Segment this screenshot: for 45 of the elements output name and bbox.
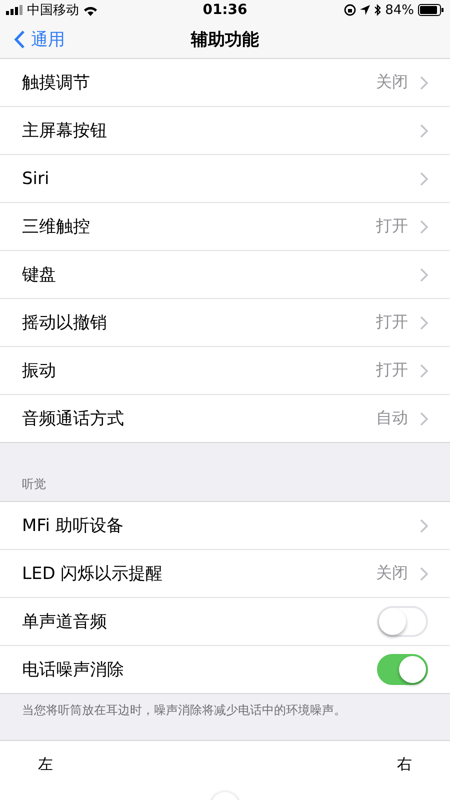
signal-icon xyxy=(6,5,23,16)
row-value: 关闭 xyxy=(376,72,408,94)
carrier-name: 中国移动 xyxy=(27,2,79,20)
bluetooth-icon xyxy=(374,4,382,16)
chevron-icon xyxy=(420,172,428,186)
row-value: 打开 xyxy=(376,312,408,334)
rotation-lock-icon xyxy=(344,4,356,16)
battery-percent: 84% xyxy=(385,2,414,18)
chevron-icon xyxy=(420,268,428,282)
chevron-icon xyxy=(420,364,428,378)
row-value: 关闭 xyxy=(376,563,408,584)
page-title: 辅助功能 xyxy=(191,28,259,51)
chevron-icon xyxy=(420,566,428,581)
chevron-icon xyxy=(420,124,428,138)
right-label: 右 xyxy=(397,755,412,774)
back-chevron-icon xyxy=(14,30,25,49)
row-label: MFi 助听设备 xyxy=(22,515,124,538)
row-value: 自动 xyxy=(376,408,408,430)
chevron-icon xyxy=(420,316,428,330)
row-label: 振动 xyxy=(22,360,57,382)
back-button[interactable]: 通用 xyxy=(0,28,65,51)
row-label: 三维触控 xyxy=(22,216,91,238)
row-value: 打开 xyxy=(376,216,408,238)
chevron-icon xyxy=(420,412,428,426)
row-label: LED 闪烁以示提醒 xyxy=(22,563,164,586)
row-label: Siri xyxy=(22,168,50,189)
chevron-icon xyxy=(420,220,428,234)
row-label: 电话噪声消除 xyxy=(22,659,125,682)
section-header: 听觉 xyxy=(22,476,46,494)
row-label: 单声道音频 xyxy=(22,611,108,634)
row-label: 摇动以撤销 xyxy=(22,312,108,334)
row-value: 打开 xyxy=(376,360,408,382)
section-footer: 当您将听筒放在耳边时，噪声消除将减少电话中的环境噪声。 xyxy=(22,702,346,720)
left-label: 左 xyxy=(38,755,53,774)
battery-icon xyxy=(418,4,444,16)
row-label: 主屏幕按钮 xyxy=(22,120,108,142)
toggle-switch[interactable] xyxy=(377,654,428,686)
clock-time: 01:36 xyxy=(202,2,248,18)
row-label: 音频通话方式 xyxy=(22,408,125,430)
row-label: 触摸调节 xyxy=(22,72,91,94)
wifi-icon xyxy=(83,4,98,16)
row-label: 键盘 xyxy=(22,264,57,286)
location-icon xyxy=(360,5,370,16)
chevron-icon xyxy=(420,518,428,533)
chevron-icon xyxy=(420,76,428,90)
